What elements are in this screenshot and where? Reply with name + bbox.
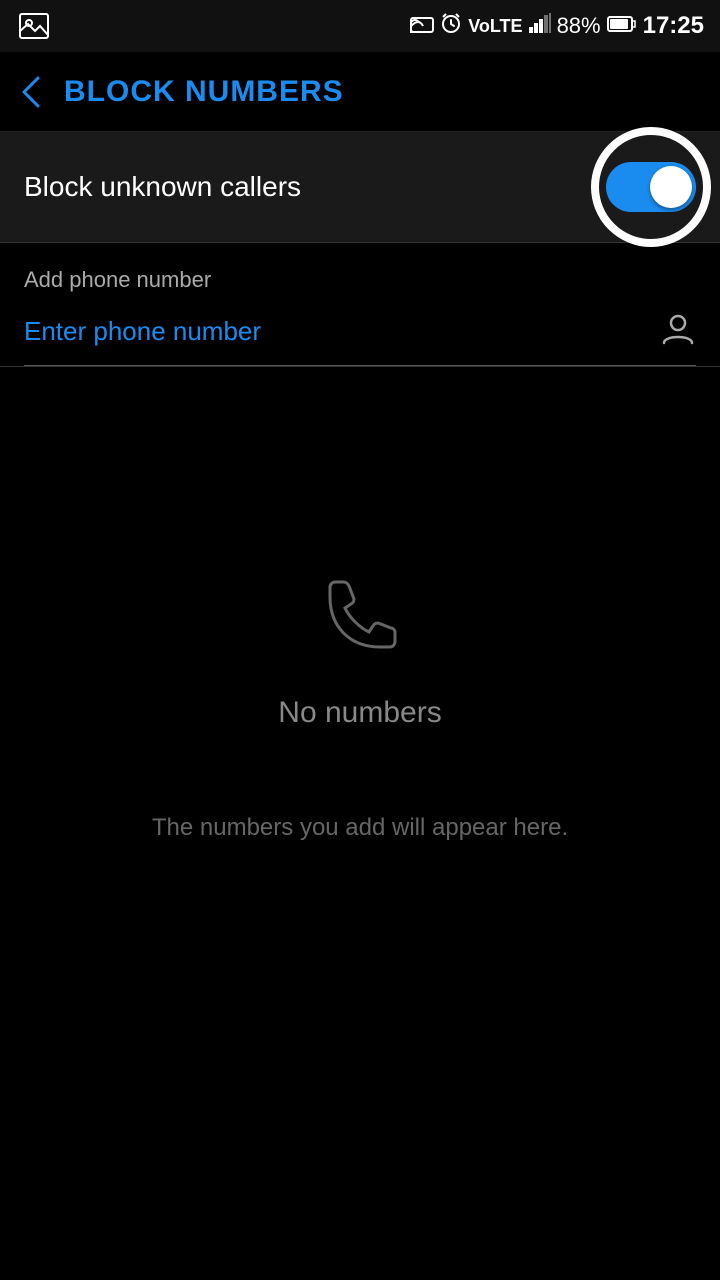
empty-phone-icon bbox=[310, 567, 410, 672]
add-phone-label: Add phone number bbox=[24, 267, 696, 293]
signal-icon bbox=[529, 13, 551, 39]
back-button[interactable] bbox=[20, 74, 44, 110]
page-title: BLOCK NUMBERS bbox=[64, 75, 344, 109]
block-unknown-toggle[interactable] bbox=[606, 162, 696, 212]
phone-number-input[interactable] bbox=[24, 316, 644, 347]
block-unknown-callers-row: Block unknown callers bbox=[0, 132, 720, 242]
status-bar-right: VoLTE 88% 17:25 bbox=[410, 12, 704, 40]
gallery-icon bbox=[16, 8, 52, 44]
cast-icon bbox=[410, 13, 434, 39]
status-bar: VoLTE 88% 17:25 bbox=[0, 0, 720, 52]
toggle-wrapper[interactable] bbox=[606, 162, 696, 212]
contact-icon[interactable] bbox=[660, 309, 696, 353]
no-numbers-text: No numbers bbox=[278, 696, 441, 730]
empty-description: The numbers you add will appear here. bbox=[92, 814, 628, 842]
battery-icon bbox=[607, 13, 637, 39]
volte-icon: VoLTE bbox=[468, 16, 522, 37]
toggle-knob bbox=[650, 166, 692, 208]
block-unknown-label: Block unknown callers bbox=[24, 171, 301, 203]
phone-input-row bbox=[24, 309, 696, 366]
status-bar-left bbox=[16, 8, 52, 44]
battery-percent: 88% bbox=[557, 13, 601, 39]
top-nav: BLOCK NUMBERS bbox=[0, 52, 720, 132]
alarm-icon bbox=[440, 12, 462, 40]
empty-state: No numbers The numbers you add will appe… bbox=[0, 367, 720, 842]
add-phone-section: Add phone number bbox=[0, 243, 720, 366]
status-time: 17:25 bbox=[643, 12, 704, 40]
